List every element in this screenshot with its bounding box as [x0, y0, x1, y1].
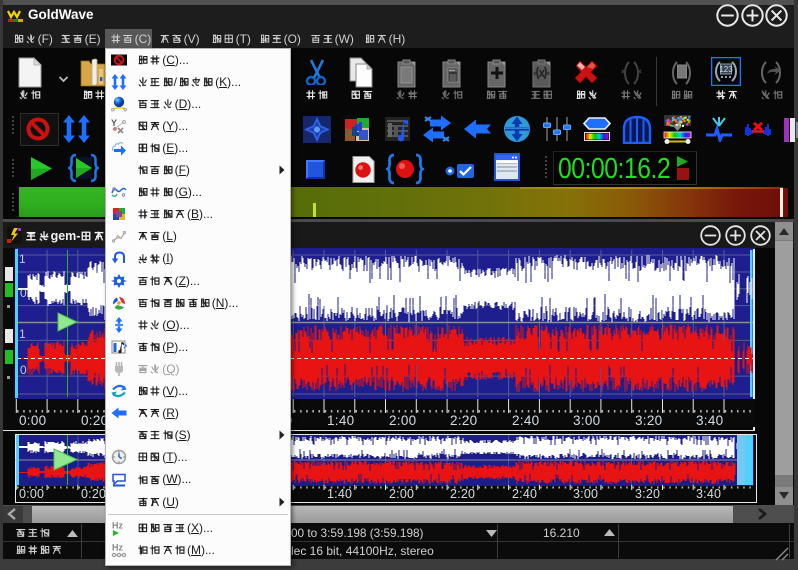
- svg-text:Hz: Hz: [112, 543, 123, 553]
- svg-text:Y: Y: [111, 118, 117, 128]
- svg-text:Hz: Hz: [112, 521, 123, 531]
